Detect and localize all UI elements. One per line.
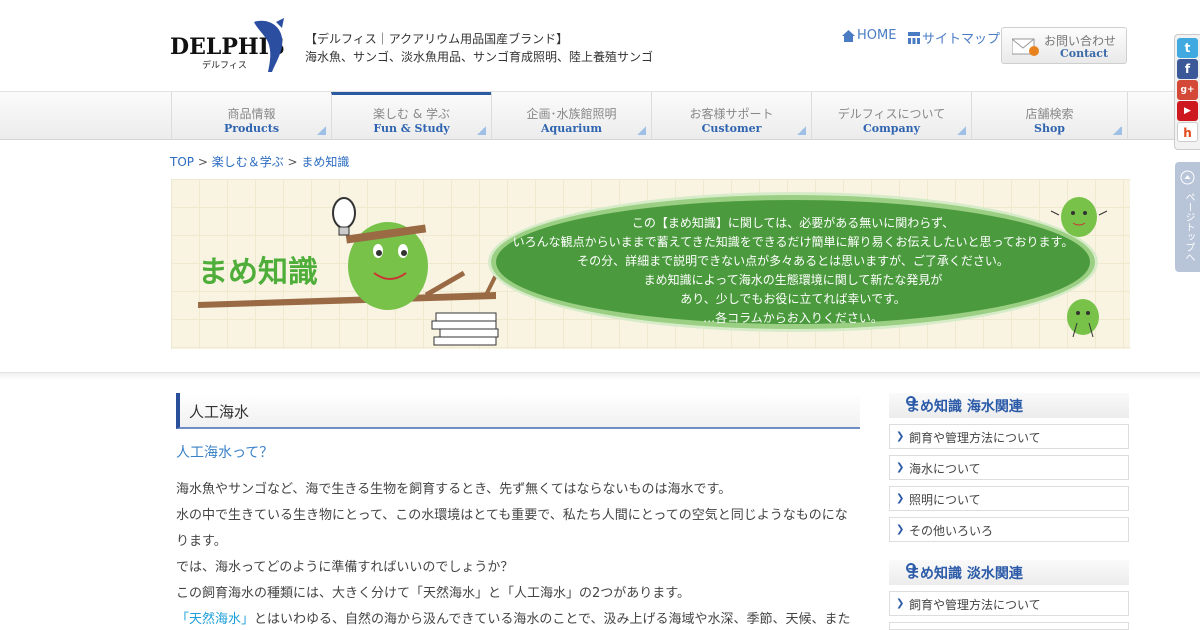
sidebar-item-freshwater-care[interactable]: ❯ 飼育や管理方法について (889, 591, 1129, 616)
article-paragraph: 「天然海水」とはいわゆる、自然の海から汲んできている海水のことで、汲み上げる海域… (176, 612, 851, 627)
home-link-label: HOME (857, 28, 897, 43)
article-paragraph: この飼育海水の種類には、大きく分けて「天然海水」と「人工海水」の2つがあります。 (176, 586, 690, 601)
nav-corner-icon (1113, 126, 1122, 135)
nav-fun-study[interactable]: 楽しむ & 学ぶ Fun & Study (331, 92, 491, 140)
twitter-icon[interactable]: t (1177, 38, 1198, 58)
nav-corner-icon (957, 126, 966, 135)
hatena-icon[interactable]: h (1177, 122, 1198, 142)
sidebar-heading-freshwater: まめ知識 淡水関連 (889, 560, 1129, 585)
home-icon (842, 29, 855, 42)
small-mascot-icon (1050, 197, 1108, 237)
sitemap-icon (908, 31, 920, 44)
logo-subtext: デルフィス (202, 61, 247, 71)
section-divider (0, 372, 1200, 380)
breadcrumb: TOP > 楽しむ＆学ぶ > まめ知識 (170, 155, 350, 169)
mame-chishiki-banner: まめ知識 この【まめ知識】に関しては、必要がある無いに関わらず、 いろんな観点か… (171, 179, 1130, 349)
nav-customer[interactable]: お客様サポート Customer (651, 92, 811, 140)
nav-corner-icon (797, 126, 806, 135)
mascot-illustration-icon (198, 197, 499, 346)
sidebar-item-seawater[interactable]: ❯ 海水について (889, 455, 1129, 480)
arrow-right-icon: ❯ (896, 493, 905, 504)
page-top-button[interactable]: ページトップへ (1175, 162, 1200, 272)
tagline-products: 海水魚、サンゴ、淡水魚用品、サンゴ育成照明、陸上養殖サンゴ (305, 50, 654, 64)
sidebar-heading-seawater: まめ知識 海水関連 (889, 393, 1129, 418)
breadcrumb-fun-study[interactable]: 楽しむ＆学ぶ (212, 155, 284, 169)
sitemap-link[interactable]: サイトマップ (908, 28, 1000, 47)
facebook-icon[interactable]: f (1177, 59, 1198, 79)
small-mascot-icon (1067, 299, 1099, 338)
arrow-right-icon: ❯ (896, 431, 905, 442)
nav-corner-icon (477, 126, 486, 135)
google-plus-icon[interactable]: g+ (1177, 80, 1198, 100)
delphis-logo[interactable]: DELPHIS デルフィス (170, 18, 288, 74)
article-paragraph: ります。 (176, 534, 227, 549)
sidebar-item-partial[interactable] (889, 622, 1129, 630)
nav-corner-icon (317, 126, 326, 135)
article-paragraph: では、海水ってどのように準備すればいいのでしょうか？ (176, 560, 514, 575)
youtube-icon[interactable]: ▶ (1177, 101, 1198, 121)
breadcrumb-top[interactable]: TOP (170, 155, 194, 169)
dolphin-icon (254, 18, 284, 72)
article-paragraph: 海水魚やサンゴなど、海で生きる生物を飼育するとき、先ず無くてはならないものは海水… (176, 482, 732, 497)
article-heading: 人工海水 (176, 393, 860, 429)
tagline-brand: 【デルフィス｜アクアリウム用品国産ブランド】 (305, 32, 569, 46)
home-link[interactable]: HOME (842, 28, 896, 43)
page-top-label: ページトップへ (1183, 192, 1194, 262)
article-paragraph: 水の中で生きている生き物にとって、この水環境はとても重要で、私たち人間にとっての… (176, 508, 848, 523)
intro-speech-bubble: この【まめ知識】に関しては、必要がある無いに関わらず、 いろんな観点からいままで… (491, 195, 1095, 329)
breadcrumb-current[interactable]: まめ知識 (301, 155, 349, 169)
sitemap-link-label: サイトマップ (922, 32, 1001, 47)
global-nav: 商品情報 Products 楽しむ & 学ぶ Fun & Study 企画･水族… (0, 91, 1200, 140)
arrow-right-icon: ❯ (896, 524, 905, 535)
article-subheading: 人工海水って？ (176, 445, 274, 461)
arrow-up-icon (1180, 170, 1195, 185)
nav-corner-icon (637, 126, 646, 135)
sidebar-item-lighting[interactable]: ❯ 照明について (889, 486, 1129, 511)
mail-icon (1012, 38, 1039, 56)
contact-label-en: Contact (1060, 47, 1109, 60)
nav-aquarium[interactable]: 企画･水族館照明 Aquarium (491, 92, 651, 140)
nav-products[interactable]: 商品情報 Products (171, 92, 331, 140)
nav-shop[interactable]: 店舗検索 Shop (971, 92, 1128, 140)
sidebar-item-seawater-care[interactable]: ❯ 飼育や管理方法について (889, 424, 1129, 449)
arrow-right-icon: ❯ (896, 598, 905, 609)
natural-seawater-term: 「天然海水」 (176, 612, 255, 627)
nav-company[interactable]: デルフィスについて Company (811, 92, 971, 140)
sidebar-item-others[interactable]: ❯ その他いろいろ (889, 517, 1129, 542)
arrow-right-icon: ❯ (896, 462, 905, 473)
contact-button[interactable]: お問い合わせ Contact (1001, 27, 1127, 64)
